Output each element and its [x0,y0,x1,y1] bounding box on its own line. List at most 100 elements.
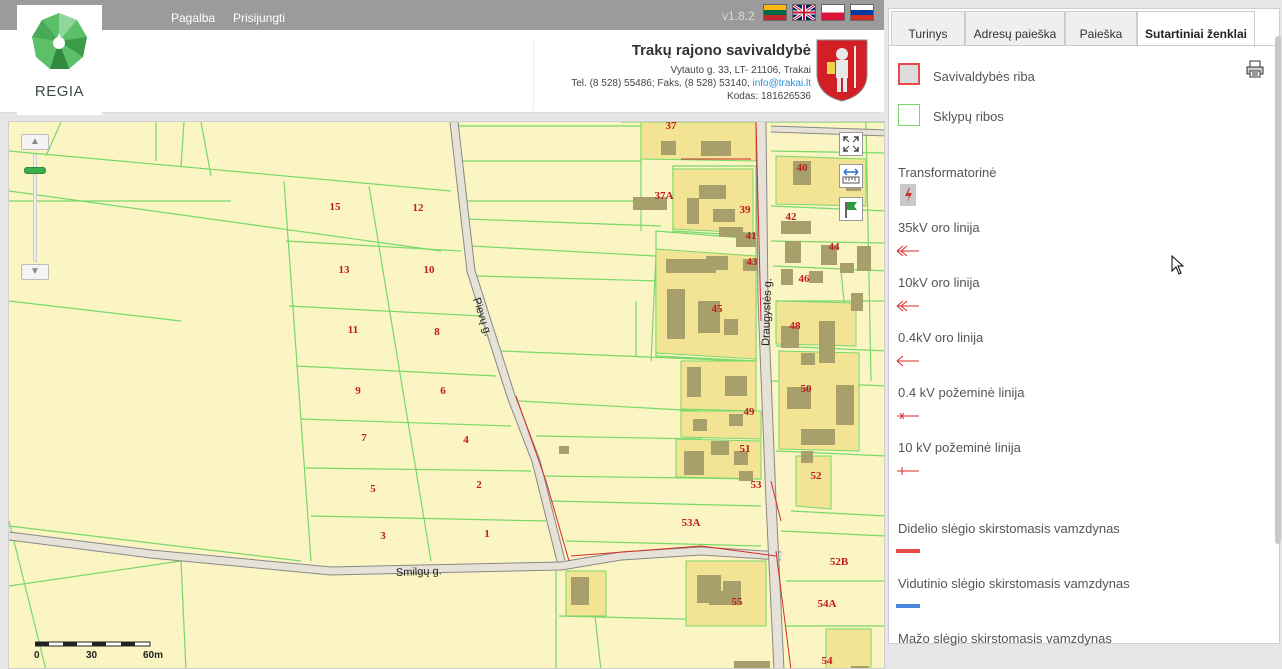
plot-number-label: 40 [797,162,809,174]
legend-label-10kv-pozemine: 10 kV požeminė linija [898,440,1021,455]
legend-label-mazo-slegio: Mažo slėgio skirstomasis vamzdynas [898,631,1112,646]
municipality-address: Vytauto g. 33, LT- 21106, Trakai [670,65,811,76]
line-04kv-symbol [896,355,919,367]
plot-number-label: 39 [740,204,752,216]
plot-number-label: 49 [744,406,756,418]
plot-number-label: 52 [811,470,823,482]
app-root: Pagalba Prisijungti v1.8.2 REGIA Trakų r… [0,0,1282,669]
russian-flag-icon[interactable] [850,4,874,21]
plot-number-label: 46 [799,273,811,285]
fullscreen-button[interactable] [839,132,863,156]
measure-button[interactable] [839,164,863,188]
plot-number-label: 13 [339,264,351,276]
side-panel: Turinys Adresų paieška Paieška Sutartini… [888,8,1281,646]
medium-pressure-pipe-symbol [896,604,920,608]
printer-icon [1246,60,1264,78]
measure-icon [842,168,860,184]
legend-label-04kv-pozemine: 0.4 kV požeminė linija [898,385,1025,400]
plot-number-label: 5 [370,483,376,495]
plot-number-label: 51 [740,443,751,455]
parcel-boundary-symbol [898,104,920,126]
plot-number-label: 45 [712,303,724,315]
municipality-code: Kodas: 181626536 [727,91,811,102]
legend-label-04kv: 0.4kV oro linija [898,330,984,345]
transformer-icon [900,184,916,206]
zoom-slider-handle[interactable] [24,167,46,174]
plot-number-label: 8 [434,326,440,338]
plot-number-label: 53A [682,517,701,529]
legend-label-vidutinio-slegio: Vidutinio slėgio skirstomasis vamzdynas [898,576,1130,591]
zoom-control: ▲ ▼ [21,134,49,282]
version-label: v1.8.2 [722,9,755,23]
scale-bar-graphic [35,641,151,647]
plot-number-label: 48 [790,320,802,332]
plot-number-label: 4 [463,434,469,446]
trakai-coat-of-arms-icon [816,39,868,102]
tab-paieska[interactable]: Paieška [1065,11,1137,45]
plot-number-label: 12 [413,202,425,214]
plot-number-label: 1 [484,528,490,540]
municipality-title: Trakų rajono savivaldybė [631,42,811,59]
help-link[interactable]: Pagalba [171,11,215,25]
plot-number-label: 10 [424,264,436,276]
legend-label-transformatorine: Transformatorinė [898,165,997,180]
english-flag-icon[interactable] [792,3,816,22]
logo-text: REGIA [34,83,85,100]
scale-tick-60: 60m [143,650,164,661]
plot-number-label: 2 [476,479,482,491]
line-10kv-underground-symbol [897,467,919,475]
zoom-in-button[interactable]: ▲ [21,134,49,150]
map-canvas[interactable]: 15 1213 1011 89 67 45 23 13737A3940414243444546… [9,122,885,669]
regia-logo[interactable]: REGIA [17,5,102,115]
plot-number-label: 37A [655,190,674,202]
plot-number-label: 53 [751,479,763,491]
plot-number-label: 54A [818,598,837,610]
municipality-email-link[interactable]: info@trakai.lt [752,78,811,89]
legend-label-savivaldybes-riba: Savivaldybės riba [933,69,1035,84]
plot-number-label: 50 [801,383,813,395]
print-button[interactable] [1245,59,1265,79]
legend-label-35kv: 35kV oro linija [898,220,980,235]
tab-turinys[interactable]: Turinys [891,11,965,45]
legend-label-sklypu-ribos: Sklypų ribos [933,109,1004,124]
street-draugystes-label: Draugystės g. [760,278,774,346]
zoom-out-button[interactable]: ▼ [21,264,49,280]
municipality-info: Trakų rajono savivaldybė Vytauto g. 33, … [533,38,811,110]
plot-number-label: 37 [666,122,678,132]
line-10kv-symbol [896,300,919,312]
map-view[interactable]: 15 12 13 10 11 8 9 6 7 4 5 2 3 1 37 37A 39 40 41 42 43 44 45 46… [8,121,885,669]
tab-sutartiniai-zenklai[interactable]: Sutartiniai ženklai [1137,11,1255,47]
plot-number-label: 3 [380,530,386,542]
scale-tick-0: 0 [34,650,40,661]
marker-button[interactable] [839,197,863,221]
tab-adresu-paieska[interactable]: Adresų paieška [965,11,1065,45]
plot-number-label: 43 [747,256,759,268]
flag-icon [845,202,857,218]
plot-number-label: 15 [330,201,342,213]
municipality-phone-line: Tel. (8 528) 55486; Faks. (8 528) 53140,… [534,77,811,90]
mouse-cursor-icon [1171,255,1185,275]
municipality-boundary-symbol [898,63,920,85]
login-link[interactable]: Prisijungti [233,11,285,25]
legend-label-10kv: 10kV oro linija [898,275,980,290]
panel-scrollbar[interactable] [1275,36,1281,544]
line-35kv-symbol [896,245,919,257]
plot-number-label: 42 [786,211,798,223]
regia-logo-icon [32,13,87,69]
legend-label-didelio-slegio: Didelio slėgio skirstomasis vamzdynas [898,521,1120,536]
tab-divider [889,45,1281,46]
plot-number-label: 54 [822,655,834,667]
line-04kv-underground-symbol [897,412,919,420]
scale-tick-30: 30 [86,650,98,661]
top-bar: Pagalba Prisijungti v1.8.2 [0,0,884,30]
plot-number-label: 11 [348,324,358,336]
plot-number-label: 55 [732,596,744,608]
polish-flag-icon[interactable] [821,4,845,21]
plot-number-label: 9 [355,385,361,397]
plot-number-label: 44 [829,241,841,253]
plot-number-label: 6 [440,385,446,397]
plot-number-label: 52B [830,556,849,568]
municipality-phone: Tel. (8 528) 55486; Faks. (8 528) 53140, [571,78,750,89]
fullscreen-icon [843,136,859,152]
lithuanian-flag-icon[interactable] [763,4,787,21]
